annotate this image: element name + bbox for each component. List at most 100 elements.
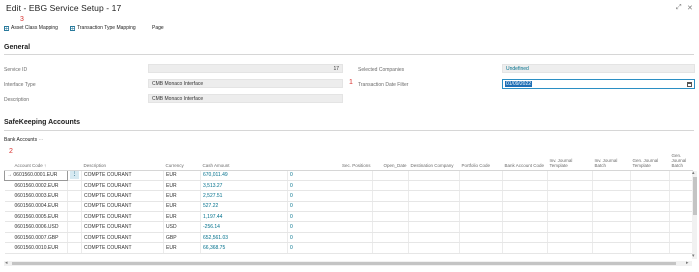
transaction-type-mapping-action[interactable]: Transaction Type Mapping bbox=[70, 25, 136, 31]
account-code-cell[interactable]: 0601560.0002.EUR bbox=[4, 180, 68, 192]
transaction-type-mapping-label: Transaction Type Mapping bbox=[77, 25, 136, 31]
currency-cell: EUR bbox=[163, 190, 201, 202]
table-row[interactable]: 0601560.0010.EUR COMPTE COURANT EUR 66,3… bbox=[4, 242, 693, 254]
account-code-value: 0601560.0010.EUR bbox=[14, 244, 59, 251]
table-row[interactable]: 0601560.0005.EUR COMPTE COURANT EUR 1,19… bbox=[4, 211, 693, 223]
inv-journal-template-cell bbox=[547, 232, 593, 244]
col-description[interactable]: Description bbox=[81, 151, 164, 171]
sec-positions-cell[interactable]: 0 bbox=[287, 180, 373, 192]
gen-journal-template-cell bbox=[630, 190, 670, 202]
cash-amount-cell[interactable]: 527.22 bbox=[200, 201, 288, 213]
transaction-date-filter-input[interactable]: 01/09/2022 bbox=[502, 79, 695, 89]
account-code-cell[interactable]: 0601560.0006.USD bbox=[4, 221, 68, 233]
cash-amount-cell[interactable]: 670,011.49 bbox=[200, 170, 288, 181]
inv-journal-template-cell bbox=[547, 221, 593, 233]
inv-journal-batch-cell bbox=[592, 232, 631, 244]
account-code-cell[interactable]: 0601560.0003.EUR bbox=[4, 190, 68, 202]
cash-amount-cell[interactable]: 1,197.44 bbox=[200, 211, 288, 223]
sec-positions-cell[interactable]: 0 bbox=[287, 211, 373, 223]
inv-journal-template-cell bbox=[547, 201, 593, 213]
table-row[interactable]: → 0601560.0001.EUR ⋮ COMPTE COURANT EUR … bbox=[4, 169, 693, 181]
page-menu[interactable]: Page bbox=[152, 25, 164, 31]
row-actions-cell bbox=[67, 221, 82, 233]
sec-positions-cell[interactable]: 0 bbox=[287, 201, 373, 213]
currency-cell: EUR bbox=[163, 180, 201, 192]
account-code-cell[interactable]: 0601560.0010.EUR bbox=[4, 242, 68, 254]
account-code-cell[interactable]: 0601560.0005.EUR bbox=[4, 211, 68, 223]
inv-journal-batch-cell bbox=[592, 211, 631, 223]
horizontal-scrollbar[interactable]: ◂ ▸ bbox=[4, 261, 692, 266]
safekeeping-section-title[interactable]: SafeKeeping Accounts bbox=[4, 119, 80, 126]
account-code-cell[interactable]: → 0601560.0001.EUR bbox=[4, 169, 68, 181]
asset-class-mapping-action[interactable]: Asset Class Mapping bbox=[4, 25, 58, 31]
row-actions-cell bbox=[67, 201, 82, 213]
col-portfolio-code[interactable]: Portfolio Code bbox=[459, 151, 503, 171]
cash-amount-cell[interactable]: 2,527.51 bbox=[200, 190, 288, 202]
maximize-icon[interactable]: ⤢ bbox=[676, 4, 682, 12]
table-row[interactable]: 0601560.0004.EUR COMPTE COURANT EUR 527.… bbox=[4, 201, 693, 213]
account-code-cell[interactable]: 0601560.0007.GBP bbox=[4, 232, 68, 244]
cash-amount-cell[interactable]: 66,368.75 bbox=[200, 242, 288, 254]
sec-positions-cell[interactable]: 0 bbox=[287, 221, 373, 233]
account-code-cell[interactable]: 0601560.0004.EUR bbox=[4, 201, 68, 213]
horizontal-scroll-thumb[interactable] bbox=[12, 262, 676, 265]
currency-cell: EUR bbox=[163, 170, 201, 181]
col-inv-journal-batch[interactable]: Inv. Journal Batch bbox=[592, 151, 631, 171]
col-destination-company[interactable]: Destination Company bbox=[408, 151, 460, 171]
inv-journal-template-cell bbox=[547, 211, 593, 223]
calendar-icon[interactable] bbox=[687, 82, 692, 87]
col-account-code[interactable]: Account Code ↑ bbox=[4, 151, 68, 171]
row-actions-cell bbox=[67, 190, 82, 202]
destination-company-cell bbox=[408, 201, 460, 213]
col-bank-account-code[interactable]: Bank Account Code bbox=[502, 151, 548, 171]
col-cash-amount[interactable]: Cash Amount bbox=[200, 151, 288, 171]
bank-accounts-label: Bank Accounts bbox=[4, 137, 38, 143]
table-row[interactable]: 0601560.0006.USD COMPTE COURANT USD -256… bbox=[4, 221, 693, 233]
account-code-value: 0601560.0005.EUR bbox=[14, 213, 59, 220]
col-inv-journal-template[interactable]: Inv. Journal Template bbox=[547, 151, 593, 171]
gen-journal-template-cell bbox=[630, 170, 670, 181]
inv-journal-template-cell bbox=[547, 170, 593, 181]
vertical-scrollbar[interactable]: ▴ ▾ bbox=[692, 171, 697, 259]
table-row[interactable]: 0601560.0003.EUR COMPTE COURANT EUR 2,52… bbox=[4, 190, 693, 202]
bank-accounts-subheader[interactable]: Bank Accounts ··· bbox=[4, 137, 43, 143]
more-options-icon[interactable]: ··· bbox=[38, 137, 43, 143]
general-section-title[interactable]: General bbox=[4, 44, 30, 51]
col-sec-positions[interactable]: Sec. Positions bbox=[287, 151, 373, 171]
gen-journal-batch-cell bbox=[669, 232, 693, 244]
cash-amount-cell[interactable]: 652,561.03 bbox=[200, 232, 288, 244]
account-code-value: 0601560.0003.EUR bbox=[14, 192, 59, 199]
scroll-up-icon[interactable]: ▴ bbox=[692, 171, 695, 176]
sec-positions-cell[interactable]: 0 bbox=[287, 242, 373, 254]
vertical-scroll-thumb[interactable] bbox=[692, 177, 697, 215]
close-icon[interactable]: ✕ bbox=[687, 4, 693, 12]
sec-positions-cell[interactable]: 0 bbox=[287, 232, 373, 244]
col-gen-journal-batch[interactable]: Gen. Journal Batch bbox=[669, 151, 693, 171]
gen-journal-template-cell bbox=[630, 221, 670, 233]
cash-amount-cell[interactable]: -256.14 bbox=[200, 221, 288, 233]
scroll-left-icon[interactable]: ◂ bbox=[5, 261, 8, 266]
bank-account-code-cell bbox=[502, 211, 548, 223]
divider bbox=[4, 130, 694, 131]
destination-company-cell bbox=[408, 242, 460, 254]
selected-companies-field[interactable]: Undefined bbox=[502, 64, 695, 73]
table-row[interactable]: 0601560.0002.EUR COMPTE COURANT EUR 3,51… bbox=[4, 180, 693, 192]
col-gen-journal-template[interactable]: Gen. Journal Template bbox=[630, 151, 670, 171]
inv-journal-batch-cell bbox=[592, 190, 631, 202]
table-row[interactable]: 0601560.0007.GBP COMPTE COURANT GBP 652,… bbox=[4, 232, 693, 244]
page-title: Edit - EBG Service Setup - 17 bbox=[6, 3, 122, 13]
bank-accounts-table: Account Code ↑ Description Currency Cash… bbox=[4, 151, 693, 254]
sec-positions-cell[interactable]: 0 bbox=[287, 170, 373, 181]
row-actions-cell[interactable]: ⋮ bbox=[67, 170, 82, 181]
bank-account-code-cell bbox=[502, 180, 548, 192]
scroll-right-icon[interactable]: ▸ bbox=[686, 261, 689, 266]
table-body: → 0601560.0001.EUR ⋮ COMPTE COURANT EUR … bbox=[4, 169, 693, 254]
portfolio-code-cell bbox=[459, 180, 503, 192]
col-open-date[interactable]: Open_Date bbox=[372, 151, 409, 171]
scroll-down-icon[interactable]: ▾ bbox=[692, 254, 695, 259]
cash-amount-cell[interactable]: 3,513.27 bbox=[200, 180, 288, 192]
open-date-cell bbox=[372, 180, 409, 192]
row-menu-icon[interactable]: ⋮ bbox=[70, 171, 79, 180]
sec-positions-cell[interactable]: 0 bbox=[287, 190, 373, 202]
col-currency[interactable]: Currency bbox=[163, 151, 201, 171]
